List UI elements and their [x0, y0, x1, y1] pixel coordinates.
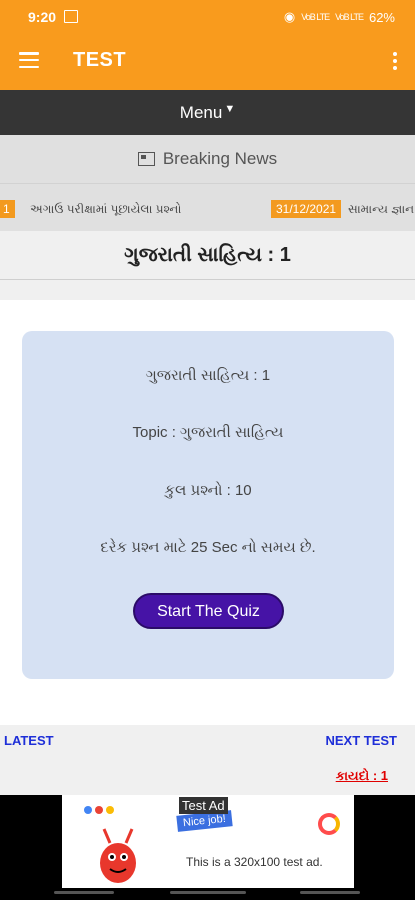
quiz-total-questions: કુલ પ્રશ્નો : 10 — [164, 482, 252, 499]
menu-label: Menu — [179, 102, 223, 122]
start-quiz-button[interactable]: Start The Quiz — [133, 593, 284, 629]
breaking-news-label: Breaking News — [162, 149, 278, 168]
next-test-link[interactable]: NEXT TEST — [325, 733, 397, 748]
quiz-info-card: ગુજરાતી સાહિત્ય : 1 Topic : ગુજરાતી સાહિ… — [22, 331, 394, 679]
news-ticker[interactable]: 1 અગાઉ પરીક્ષામાં પૂછાયેલા પ્રશ્નો 31/12… — [0, 183, 415, 232]
caret-down-icon: ▼ — [224, 102, 236, 115]
app-title: TEST — [73, 49, 127, 71]
battery-level: 62% — [368, 9, 395, 25]
test-navigation: LATEST NEXT TEST કાયદો : 1 — [0, 725, 415, 795]
ad-dots-icon — [84, 801, 117, 819]
ticker-date-badge: 31/12/2021 — [271, 200, 342, 218]
status-bar: 9:20 ◉ VoB LTE VoB LTE 62% — [0, 0, 415, 34]
signal-2-label: VoB LTE — [335, 12, 364, 22]
quiz-time-per-question: દરેક પ્રશ્ન માટે 25 Sec નો સમય છે. — [100, 539, 316, 556]
menu-hamburger-icon[interactable] — [19, 52, 39, 69]
main-content: ગુજરાતી સાહિત્ય : 1 Topic : ગુજરાતી સાહિ… — [0, 300, 415, 725]
newspaper-icon — [137, 152, 155, 166]
ad-banner[interactable]: Nice job! Test Ad This is a 320x100 test… — [62, 795, 354, 888]
ad-brand-icon — [318, 813, 340, 835]
hotspot-icon: ◉ — [283, 9, 296, 24]
page-title-bar: ગુજરાતી સાહિત્ય : 1 — [0, 231, 415, 279]
ticker-headline[interactable]: અગાઉ પરીક્ષામાં પૂછાયેલા પ્રશ્નો — [30, 202, 181, 217]
image-notification-icon — [64, 10, 78, 23]
breaking-news-header: Breaking News — [0, 135, 415, 183]
menu-dropdown[interactable]: Menu ▼ — [0, 90, 415, 135]
ticker-badge-left: 1 — [0, 200, 15, 218]
more-options-icon[interactable] — [393, 52, 397, 73]
ticker-category[interactable]: સામાન્ય જ્ઞાન — [348, 202, 414, 217]
system-nav-bar — [0, 888, 415, 900]
app-bar: TEST — [0, 34, 415, 90]
ad-text: This is a 320x100 test ad. — [186, 855, 323, 869]
latest-link[interactable]: LATEST — [4, 733, 54, 748]
status-time: 9:20 — [28, 9, 57, 25]
quiz-name: ગુજરાતી સાહિત્ય : 1 — [145, 367, 271, 384]
ad-banner-frame: Nice job! Test Ad This is a 320x100 test… — [0, 795, 415, 888]
test-ad-label: Test Ad — [179, 797, 228, 814]
signal-1-label: VoB LTE — [301, 12, 330, 22]
monster-illustration-icon — [100, 828, 136, 883]
next-test-name-link[interactable]: કાયદો : 1 — [336, 768, 388, 784]
page-title: ગુજરાતી સાહિત્ય : 1 — [124, 243, 291, 266]
quiz-topic: Topic : ગુજરાતી સાહિત્ય — [132, 424, 284, 441]
status-icons: ◉ VoB LTE VoB LTE 62% — [284, 9, 395, 25]
